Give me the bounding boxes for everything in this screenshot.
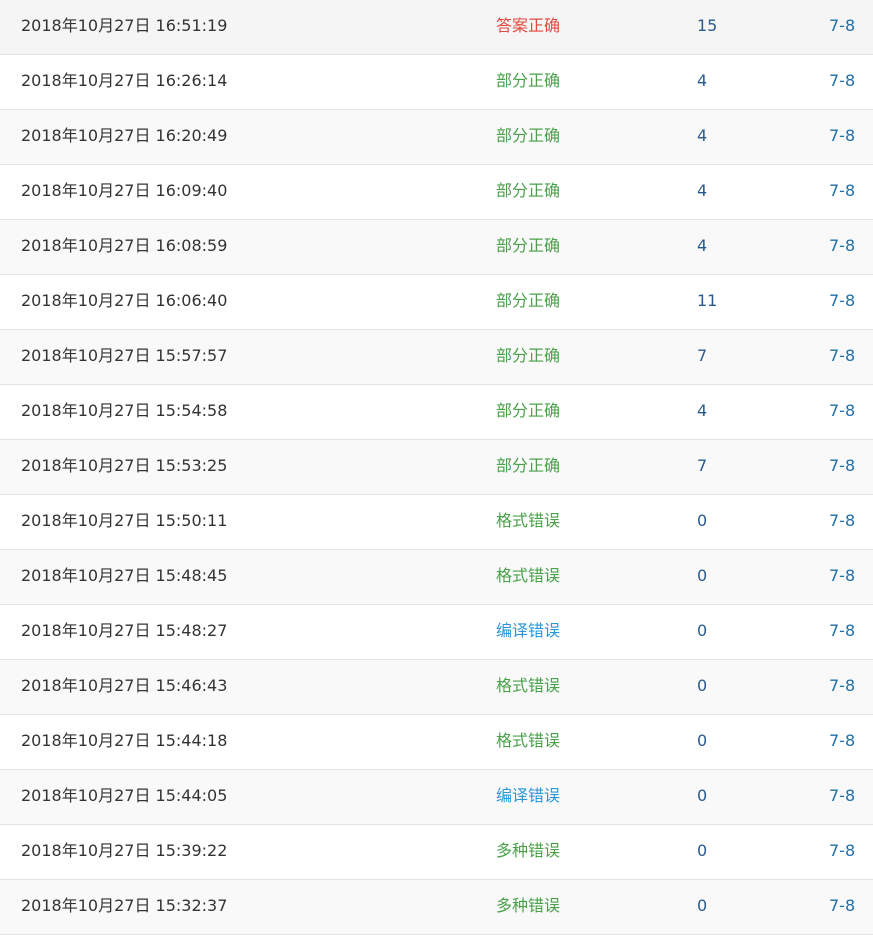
status-link[interactable]: 部分正确: [496, 55, 560, 109]
score-value: 0: [697, 731, 708, 750]
status-link[interactable]: 编译错误: [496, 605, 560, 659]
table-row: 2018年10月27日 15:57:57 部分正确 7 7-8: [0, 330, 873, 385]
submit-time: 2018年10月27日 15:44:18: [21, 731, 228, 750]
table-row: 2018年10月27日 15:54:58 部分正确 4 7-8: [0, 385, 873, 440]
table-row: 2018年10月27日 15:50:11 格式错误 0 7-8: [0, 495, 873, 550]
score-value: 0: [697, 566, 708, 585]
table-row: 2018年10月27日 15:48:27 编译错误 0 7-8: [0, 605, 873, 660]
score-value: 7: [697, 346, 708, 365]
score-value: 4: [697, 401, 708, 420]
submissions-table: 2018年10月27日 16:51:19 答案正确 15 7-8 2018年10…: [0, 0, 873, 935]
table-row: 2018年10月27日 16:51:19 答案正确 15 7-8: [0, 0, 873, 55]
problem-link[interactable]: 7-8: [829, 330, 855, 384]
table-row: 2018年10月27日 15:46:43 格式错误 0 7-8: [0, 660, 873, 715]
problem-link[interactable]: 7-8: [829, 385, 855, 439]
submit-time: 2018年10月27日 15:57:57: [21, 346, 228, 365]
submit-time: 2018年10月27日 15:54:58: [21, 401, 228, 420]
submit-time: 2018年10月27日 16:06:40: [21, 291, 228, 310]
problem-link[interactable]: 7-8: [829, 110, 855, 164]
submit-time: 2018年10月27日 15:46:43: [21, 676, 228, 695]
problem-link[interactable]: 7-8: [829, 55, 855, 109]
status-link[interactable]: 部分正确: [496, 385, 560, 439]
problem-link[interactable]: 7-8: [829, 495, 855, 549]
submit-time: 2018年10月27日 15:48:27: [21, 621, 228, 640]
status-link[interactable]: 多种错误: [496, 825, 560, 879]
problem-link[interactable]: 7-8: [829, 275, 855, 329]
table-row: 2018年10月27日 15:39:22 多种错误 0 7-8: [0, 825, 873, 880]
status-link[interactable]: 格式错误: [496, 715, 560, 769]
problem-link[interactable]: 7-8: [829, 770, 855, 824]
table-row: 2018年10月27日 16:06:40 部分正确 11 7-8: [0, 275, 873, 330]
submit-time: 2018年10月27日 15:44:05: [21, 786, 228, 805]
submit-time: 2018年10月27日 15:39:22: [21, 841, 228, 860]
table-row: 2018年10月27日 15:53:25 部分正确 7 7-8: [0, 440, 873, 495]
submit-time: 2018年10月27日 15:48:45: [21, 566, 228, 585]
table-row: 2018年10月27日 15:44:05 编译错误 0 7-8: [0, 770, 873, 825]
status-link[interactable]: 部分正确: [496, 330, 560, 384]
table-row: 2018年10月27日 16:09:40 部分正确 4 7-8: [0, 165, 873, 220]
table-row: 2018年10月27日 15:32:37 多种错误 0 7-8: [0, 880, 873, 935]
status-link[interactable]: 部分正确: [496, 275, 560, 329]
status-link[interactable]: 部分正确: [496, 110, 560, 164]
table-row: 2018年10月27日 16:26:14 部分正确 4 7-8: [0, 55, 873, 110]
score-value: 0: [697, 786, 708, 805]
problem-link[interactable]: 7-8: [829, 440, 855, 494]
problem-link[interactable]: 7-8: [829, 605, 855, 659]
problem-link[interactable]: 7-8: [829, 660, 855, 714]
problem-link[interactable]: 7-8: [829, 825, 855, 879]
status-link[interactable]: 格式错误: [496, 660, 560, 714]
problem-link[interactable]: 7-8: [829, 715, 855, 769]
status-link[interactable]: 答案正确: [496, 0, 560, 54]
submit-time: 2018年10月27日 16:20:49: [21, 126, 228, 145]
problem-link[interactable]: 7-8: [829, 220, 855, 274]
score-value: 15: [697, 16, 718, 35]
table-row: 2018年10月27日 15:48:45 格式错误 0 7-8: [0, 550, 873, 605]
submit-time: 2018年10月27日 15:32:37: [21, 896, 228, 915]
submit-time: 2018年10月27日 16:09:40: [21, 181, 228, 200]
score-value: 0: [697, 511, 708, 530]
status-link[interactable]: 多种错误: [496, 880, 560, 934]
status-link[interactable]: 部分正确: [496, 440, 560, 494]
status-link[interactable]: 编译错误: [496, 770, 560, 824]
submit-time: 2018年10月27日 15:50:11: [21, 511, 228, 530]
score-value: 0: [697, 841, 708, 860]
problem-link[interactable]: 7-8: [829, 880, 855, 934]
submit-time: 2018年10月27日 16:08:59: [21, 236, 228, 255]
problem-link[interactable]: 7-8: [829, 550, 855, 604]
table-row: 2018年10月27日 15:44:18 格式错误 0 7-8: [0, 715, 873, 770]
status-link[interactable]: 格式错误: [496, 550, 560, 604]
problem-link[interactable]: 7-8: [829, 165, 855, 219]
submit-time: 2018年10月27日 15:53:25: [21, 456, 228, 475]
table-row: 2018年10月27日 16:20:49 部分正确 4 7-8: [0, 110, 873, 165]
submit-time: 2018年10月27日 16:26:14: [21, 71, 228, 90]
score-value: 7: [697, 456, 708, 475]
status-link[interactable]: 部分正确: [496, 220, 560, 274]
score-value: 0: [697, 896, 708, 915]
score-value: 4: [697, 236, 708, 255]
status-link[interactable]: 部分正确: [496, 165, 560, 219]
problem-link[interactable]: 7-8: [829, 0, 855, 54]
score-value: 4: [697, 181, 708, 200]
table-row: 2018年10月27日 16:08:59 部分正确 4 7-8: [0, 220, 873, 275]
status-link[interactable]: 格式错误: [496, 495, 560, 549]
score-value: 0: [697, 621, 708, 640]
score-value: 0: [697, 676, 708, 695]
score-value: 4: [697, 126, 708, 145]
submit-time: 2018年10月27日 16:51:19: [21, 16, 228, 35]
score-value: 4: [697, 71, 708, 90]
score-value: 11: [697, 291, 718, 310]
